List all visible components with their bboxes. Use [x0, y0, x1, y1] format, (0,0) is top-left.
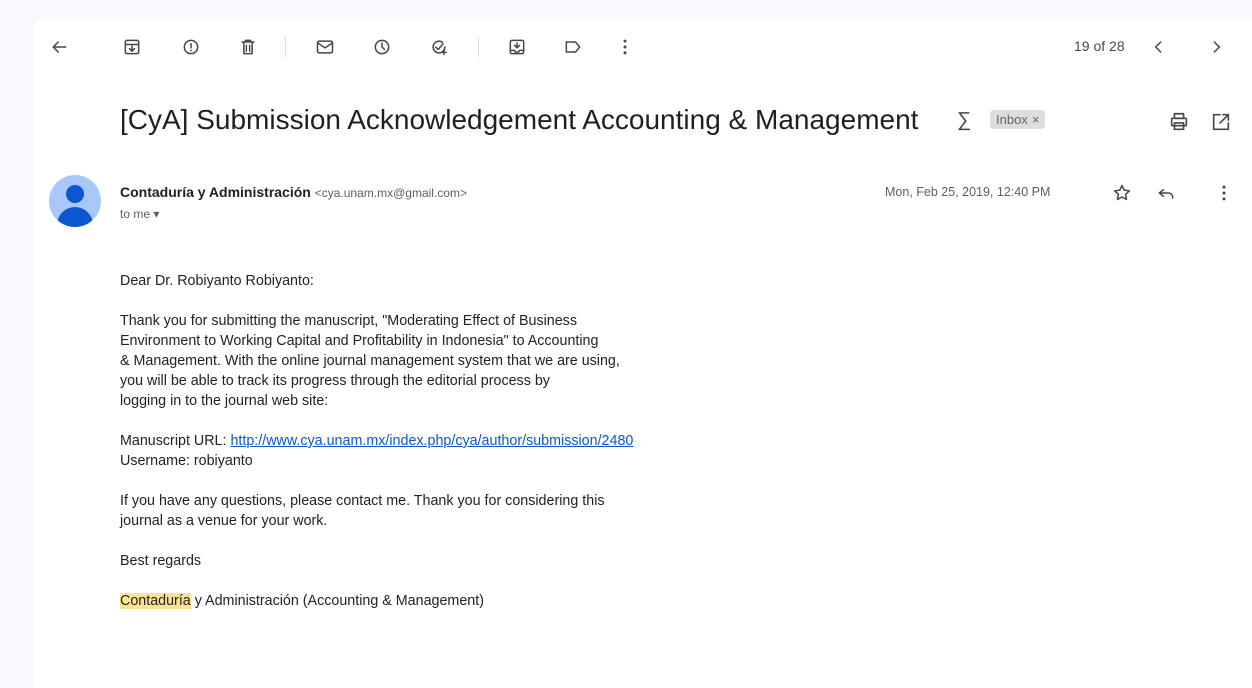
pagination-count: 19 of 28	[1074, 38, 1125, 54]
sender-name[interactable]: Contaduría y Administración	[120, 184, 311, 200]
caret-down-icon[interactable]: ▾	[153, 207, 159, 221]
signature-highlight: Contaduría	[120, 593, 191, 609]
toolbar-divider	[478, 37, 479, 57]
open-in-new-window-icon[interactable]	[1210, 111, 1234, 135]
star-icon[interactable]	[1112, 183, 1134, 205]
recipient-text: to me	[120, 207, 151, 221]
newer-chevron-icon[interactable]	[1147, 35, 1171, 59]
signature: Contaduría y Administración (Accounting …	[120, 591, 760, 611]
sender-email: <cya.unam.mx@gmail.com>	[314, 186, 467, 200]
email-date: Mon, Feb 25, 2019, 12:40 PM	[885, 185, 1051, 199]
credentials-block: Manuscript URL: http://www.cya.unam.mx/i…	[120, 431, 760, 471]
delete-icon[interactable]	[236, 35, 260, 59]
print-icon[interactable]	[1168, 111, 1192, 135]
manuscript-url-link[interactable]: http://www.cya.unam.mx/index.php/cya/aut…	[230, 433, 633, 449]
more-vert-icon[interactable]	[613, 35, 637, 59]
recipient-details-toggle[interactable]: to me ▾	[120, 207, 159, 221]
closing: Best regards	[120, 553, 202, 569]
mark-unread-icon[interactable]	[313, 35, 337, 59]
body-paragraph: Thank you for submitting the manuscript,…	[120, 311, 760, 411]
move-to-icon[interactable]	[505, 35, 529, 59]
signature-rest: y Administración (Accounting & Managemen…	[190, 593, 484, 609]
toolbar-divider	[285, 37, 286, 57]
snooze-icon[interactable]	[370, 35, 394, 59]
email-view: 19 of 28 [CyA] Submission Acknowledgemen…	[33, 17, 1252, 688]
archive-icon[interactable]	[120, 35, 144, 59]
report-spam-icon[interactable]	[179, 35, 203, 59]
body-line: If you have any questions, please contac…	[120, 493, 605, 509]
older-chevron-icon[interactable]	[1204, 35, 1228, 59]
sender-avatar[interactable]	[49, 175, 101, 227]
email-body: Dear Dr. Robiyanto Robiyanto: Thank you …	[120, 271, 760, 631]
greeting: Dear Dr. Robiyanto Robiyanto:	[120, 273, 314, 289]
body-line: journal as a venue for your work.	[120, 513, 328, 529]
label-badge-text: Inbox	[996, 112, 1028, 127]
sender-line: Contaduría y Administración <cya.unam.mx…	[120, 184, 467, 200]
body-line: & Management. With the online journal ma…	[120, 353, 620, 369]
toolbar: 19 of 28	[33, 17, 1252, 77]
body-line: Environment to Working Capital and Profi…	[120, 333, 599, 349]
body-line: you will be able to track its progress t…	[120, 373, 550, 389]
body-line: logging in to the journal web site:	[120, 393, 329, 409]
body-line: Thank you for submitting the manuscript,…	[120, 313, 577, 329]
username-line: Username: robiyanto	[120, 453, 253, 469]
email-subject: [CyA] Submission Acknowledgement Account…	[120, 104, 919, 135]
label-badge-inbox: Inbox ×	[990, 110, 1046, 129]
add-to-tasks-icon[interactable]	[427, 35, 451, 59]
importance-marker-icon[interactable]: ∑	[957, 109, 971, 132]
url-label: Manuscript URL:	[120, 433, 231, 449]
back-arrow-icon[interactable]	[47, 35, 71, 59]
reply-icon[interactable]	[1156, 183, 1178, 205]
remove-label-button[interactable]: ×	[1032, 112, 1040, 127]
message-more-vert-icon[interactable]	[1214, 183, 1236, 205]
body-paragraph: If you have any questions, please contac…	[120, 491, 760, 531]
label-icon[interactable]	[561, 35, 585, 59]
